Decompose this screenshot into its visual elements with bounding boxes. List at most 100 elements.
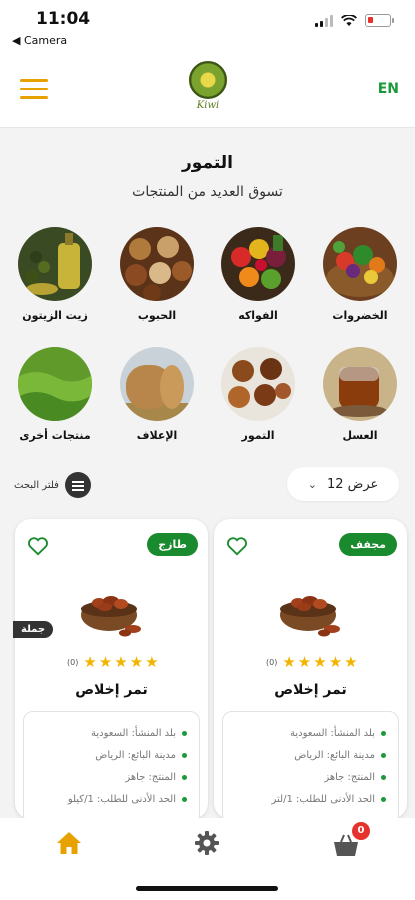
detail-row: بلد المنشأ: السعودية (30, 722, 187, 744)
star-icon: ★ (328, 653, 343, 671)
category-grains[interactable]: الحبوب (117, 227, 197, 322)
wifi-icon (341, 14, 357, 26)
category-olive-oil[interactable]: زيت الزيتون (15, 227, 95, 322)
star-icon: ★ (145, 653, 159, 671)
detail-row: بلد المنشأ: السعودية (229, 722, 386, 744)
category-label: التمور (241, 429, 275, 442)
back-to-camera-link[interactable]: ◀ Camera (12, 34, 67, 47)
detail-text: بلد المنشأ: السعودية (290, 727, 375, 739)
rating: (0) ★ ★ ★ ★ ★ (67, 655, 159, 670)
bullet-dot (381, 796, 386, 802)
page-subtitle: تسوق العديد من المنتجات (132, 184, 283, 200)
chevron-down-icon: ⌄ (307, 477, 317, 491)
detail-row: الحد الأدنى للطلب: 1/كيلو (30, 788, 187, 810)
home-icon[interactable] (56, 830, 82, 856)
star-icon: ★ (297, 653, 312, 671)
star-icon: ★ (129, 653, 144, 671)
category-label: زيت الزيتون (22, 309, 88, 322)
product-name: تمر إخلاص (75, 682, 148, 698)
product-card[interactable]: مجفف (0) ★ ★ ★ ★ ★ تمر إخلاص بلد المنشأ:… (214, 519, 407, 831)
star-icon: ★ (98, 653, 113, 671)
detail-text: المنتج: جاهز (324, 771, 375, 783)
star-icon: ★ (344, 653, 358, 671)
bullet-dot (182, 796, 187, 802)
cellular-signal-icon (315, 14, 333, 27)
bullet-dot (182, 774, 187, 780)
filter-bar: فلتر البحث ⌄ عرض 12 (0, 462, 415, 508)
bullet-dot (381, 774, 386, 780)
other-products-photo (18, 347, 92, 421)
bullet-dot (381, 730, 386, 736)
category-label: الإعلاف (136, 429, 178, 442)
favorite-heart-icon[interactable] (226, 536, 248, 556)
vegetables-photo (323, 227, 397, 301)
category-label: الحبوب (137, 309, 177, 322)
battery-icon (365, 14, 394, 27)
status-badge: طازج (147, 533, 198, 556)
honey-photo (323, 347, 397, 421)
app-header: Kiwi EN (0, 52, 415, 128)
dates-bowl-photo (280, 596, 340, 637)
dates-photo (221, 347, 295, 421)
star-icon: ★ (83, 653, 97, 671)
kiwi-logo[interactable]: Kiwi (188, 61, 228, 119)
star-icon: ★ (282, 653, 296, 671)
detail-row: مدينة البائع: الرياض (229, 744, 386, 766)
detail-text: المنتج: جاهز (125, 771, 176, 783)
category-dates[interactable]: التمور (218, 347, 298, 442)
product-card[interactable]: طازج جملة (0) ★ ★ ★ ★ ★ تمر إخلاص بلد ال… (13, 519, 208, 831)
page-size-select[interactable]: ⌄ عرض 12 (287, 467, 399, 501)
product-name: تمر إخلاص (274, 682, 347, 698)
category-label: العسل (342, 429, 378, 442)
detail-text: الحد الأدنى للطلب: 1/كيلو (67, 793, 176, 805)
favorite-heart-icon[interactable] (27, 536, 49, 556)
kiwi-fruit-icon (189, 61, 227, 99)
fruits-photo (221, 227, 295, 301)
hamburger-menu-icon[interactable] (20, 79, 48, 101)
category-fodder[interactable]: الإعلاف (117, 347, 197, 442)
fodder-photo (120, 347, 194, 421)
search-filter-button[interactable]: فلتر البحث (14, 470, 91, 500)
bullet-dot (182, 752, 187, 758)
language-toggle-button[interactable]: EN (378, 81, 399, 97)
category-label: الفواكه (238, 309, 278, 322)
cart-count-badge: 0 (352, 822, 370, 840)
detail-text: مدينة البائع: الرياض (294, 749, 375, 761)
olive-oil-photo (18, 227, 92, 301)
rating-count: (0) (266, 658, 278, 667)
status-icons (315, 14, 394, 27)
settings-gear-icon[interactable] (194, 830, 220, 856)
detail-row: الحد الأدنى للطلب: 1/لتر (229, 788, 386, 810)
product-details: بلد المنشأ: السعودية مدينة البائع: الريا… (23, 711, 200, 831)
page-title: التمور (182, 153, 233, 173)
detail-row: المنتج: جاهز (229, 766, 386, 788)
detail-text: بلد المنشأ: السعودية (91, 727, 176, 739)
filter-sliders-icon (64, 472, 91, 498)
dates-bowl-photo (81, 596, 141, 637)
category-honey[interactable]: العسل (320, 347, 400, 442)
category-label: الخضروات (332, 309, 388, 322)
bullet-dot (182, 730, 187, 736)
detail-row: مدينة البائع: الرياض (30, 744, 187, 766)
status-badge: مجفف (339, 533, 397, 556)
logo-text: Kiwi (196, 100, 220, 111)
home-indicator[interactable] (136, 886, 278, 891)
detail-text: مدينة البائع: الرياض (95, 749, 176, 761)
bullet-dot (381, 752, 386, 758)
search-filter-label: فلتر البحث (14, 479, 59, 491)
detail-text: الحد الأدنى للطلب: 1/لتر (271, 793, 375, 805)
status-bar: 11:04 ◀ Camera (0, 0, 415, 52)
detail-row: المنتج: جاهز (30, 766, 187, 788)
star-icon: ★ (114, 653, 128, 671)
status-time: 11:04 (36, 9, 91, 29)
rating: (0) ★ ★ ★ ★ ★ (266, 655, 358, 670)
bottom-navigation: 0 (0, 818, 415, 900)
category-vegetables[interactable]: الخضروات (320, 227, 400, 322)
wholesale-badge: جملة (13, 621, 54, 638)
category-fruits[interactable]: الفواكه (218, 227, 298, 322)
rating-count: (0) (67, 658, 79, 667)
product-details: بلد المنشأ: السعودية مدينة البائع: الريا… (222, 711, 399, 831)
category-other-products[interactable]: منتجات أخرى (15, 347, 95, 442)
page-size-label: عرض 12 (326, 476, 379, 492)
star-icon: ★ (313, 653, 327, 671)
